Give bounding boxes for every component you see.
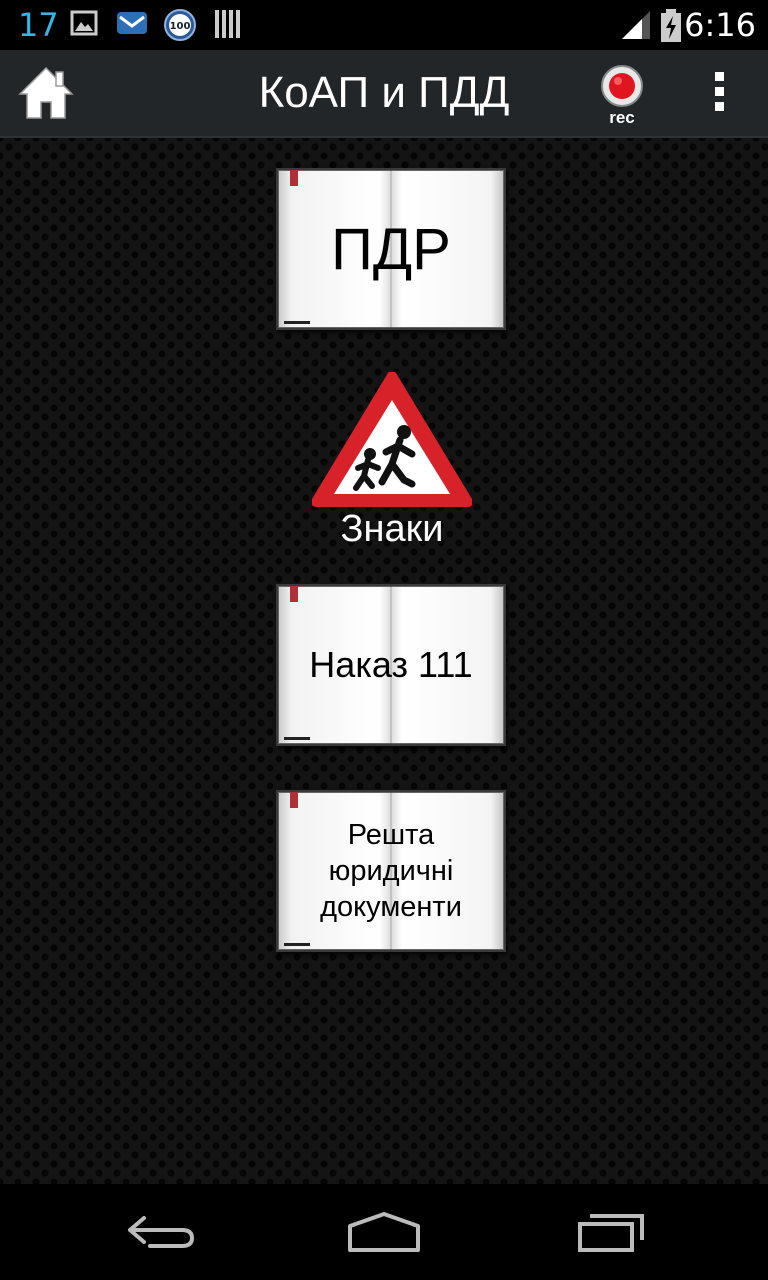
navigation-bar (0, 1184, 768, 1280)
record-icon (601, 65, 643, 107)
overflow-menu-icon (704, 72, 734, 111)
image-icon (70, 10, 98, 36)
book-corner-line (284, 737, 310, 740)
barcode-icon (215, 10, 240, 38)
book-corner-line (284, 943, 310, 946)
bookmark-icon (290, 792, 298, 808)
bookmark-icon (290, 170, 298, 186)
reshta-label-line: Решта (347, 819, 435, 851)
pedestrian-warning-sign-icon (311, 371, 473, 507)
reshta-book-button[interactable]: Решта юридичні документи (276, 790, 506, 952)
home-nav-icon (348, 1212, 420, 1252)
nakaz-label: Наказ 111 (309, 644, 473, 685)
action-bar: КоАП и ПДД rec (0, 50, 768, 138)
bookmark-icon (290, 586, 298, 602)
pdr-book-button[interactable]: ПДР (276, 168, 506, 330)
main-content: ПДР Знаки Наказ 111 Решта юридичні докум… (0, 138, 768, 1184)
record-label: rec (609, 108, 635, 127)
book-corner-line (284, 321, 310, 324)
battery-charging-icon (661, 9, 681, 42)
notification-count: 17 (18, 6, 59, 44)
recent-apps-button[interactable] (572, 1206, 652, 1256)
reshta-label-line: документи (320, 891, 462, 923)
signs-label: Знаки (340, 508, 444, 550)
record-button[interactable]: rec (596, 64, 648, 127)
page-title: КоАП и ПДД (258, 68, 510, 117)
reshta-label: Решта юридичні документи (320, 817, 462, 925)
signal-icon (622, 11, 650, 39)
reshta-label-line: юридичні (328, 855, 454, 887)
overflow-menu-button[interactable] (704, 72, 734, 116)
mail-icon (117, 12, 147, 34)
badge-100-icon: 100 (164, 9, 196, 41)
nakaz-book-button[interactable]: Наказ 111 (276, 584, 506, 746)
pdr-label: ПДР (331, 216, 451, 282)
home-nav-button[interactable] (344, 1206, 424, 1256)
recent-apps-icon (578, 1214, 644, 1252)
badge-100-text: 100 (170, 21, 191, 32)
back-button[interactable] (120, 1206, 200, 1256)
back-icon (128, 1216, 194, 1248)
signs-button[interactable]: Знаки (311, 371, 473, 552)
status-bar: 17 100 6:16 (0, 0, 768, 50)
clock: 6:16 (684, 6, 756, 44)
